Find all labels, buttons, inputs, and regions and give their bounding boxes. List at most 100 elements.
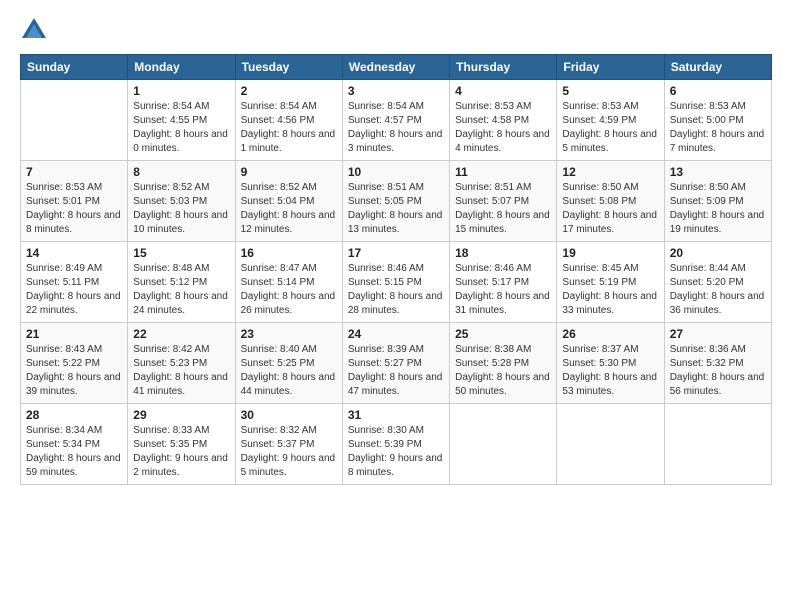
- logo-icon: [20, 16, 48, 44]
- calendar-cell: 15Sunrise: 8:48 AM Sunset: 5:12 PM Dayli…: [128, 242, 235, 323]
- calendar-cell: 1 Sunrise: 8:54 AM Sunset: 4:55 PM Daylig…: [128, 80, 235, 161]
- calendar-cell: 19Sunrise: 8:45 AM Sunset: 5:19 PM Dayli…: [557, 242, 664, 323]
- calendar-cell: [664, 404, 771, 485]
- day-info: Sunrise: 8:53 AM Sunset: 4:59 PM Dayligh…: [562, 100, 658, 156]
- day-number: 9: [241, 165, 337, 179]
- day-number: 30: [241, 408, 337, 422]
- calendar-cell: 31 Sunrise: 8:30 AM Sunset: 5:39 PM Dayli…: [342, 404, 449, 485]
- weekday-header-monday: Monday: [128, 55, 235, 80]
- day-number: 29: [133, 408, 229, 422]
- day-number: 6: [670, 84, 766, 98]
- day-number: 7: [26, 165, 122, 179]
- day-number: 31: [348, 408, 444, 422]
- day-info: Sunrise: 8:37 AM Sunset: 5:30 PM Dayligh…: [562, 343, 658, 399]
- calendar-cell: 26 Sunrise: 8:37 AM Sunset: 5:30 PM Dayli…: [557, 323, 664, 404]
- weekday-header-friday: Friday: [557, 55, 664, 80]
- calendar-cell: 9 Sunrise: 8:52 AM Sunset: 5:04 PM Daylig…: [235, 161, 342, 242]
- calendar-cell: 24 Sunrise: 8:39 AM Sunset: 5:27 PM Dayli…: [342, 323, 449, 404]
- day-info: Sunrise: 8:34 AM Sunset: 5:34 PM Dayligh…: [26, 424, 122, 480]
- day-number: 13: [670, 165, 766, 179]
- calendar-cell: 3 Sunrise: 8:54 AM Sunset: 4:57 PM Daylig…: [342, 80, 449, 161]
- calendar-table: SundayMondayTuesdayWednesdayThursdayFrid…: [20, 54, 772, 485]
- day-number: 4: [455, 84, 551, 98]
- calendar-cell: 13Sunrise: 8:50 AM Sunset: 5:09 PM Dayli…: [664, 161, 771, 242]
- day-number: 11: [455, 165, 551, 179]
- calendar-cell: 2 Sunrise: 8:54 AM Sunset: 4:56 PM Daylig…: [235, 80, 342, 161]
- header: [20, 16, 772, 44]
- calendar-cell: 5 Sunrise: 8:53 AM Sunset: 4:59 PM Daylig…: [557, 80, 664, 161]
- day-number: 15: [133, 246, 229, 260]
- week-row-2: 14 Sunrise: 8:49 AM Sunset: 5:11 PM Dayli…: [21, 242, 772, 323]
- day-number: 24: [348, 327, 444, 341]
- week-row-0: 1 Sunrise: 8:54 AM Sunset: 4:55 PM Daylig…: [21, 80, 772, 161]
- calendar-cell: 8 Sunrise: 8:52 AM Sunset: 5:03 PM Daylig…: [128, 161, 235, 242]
- calendar-cell: 17 Sunrise: 8:46 AM Sunset: 5:15 PM Dayli…: [342, 242, 449, 323]
- day-info: Sunrise: 8:45 AM Sunset: 5:19 PM Dayligh…: [562, 262, 658, 318]
- weekday-header-wednesday: Wednesday: [342, 55, 449, 80]
- day-info: Sunrise: 8:44 AM Sunset: 5:20 PM Dayligh…: [670, 262, 766, 318]
- day-number: 26: [562, 327, 658, 341]
- day-number: 5: [562, 84, 658, 98]
- week-row-4: 28Sunrise: 8:34 AM Sunset: 5:34 PM Dayli…: [21, 404, 772, 485]
- day-info: Sunrise: 8:51 AM Sunset: 5:07 PM Dayligh…: [455, 181, 551, 237]
- weekday-header-thursday: Thursday: [450, 55, 557, 80]
- calendar-cell: 12 Sunrise: 8:50 AM Sunset: 5:08 PM Dayli…: [557, 161, 664, 242]
- calendar-cell: 22Sunrise: 8:42 AM Sunset: 5:23 PM Dayli…: [128, 323, 235, 404]
- day-number: 25: [455, 327, 551, 341]
- day-info: Sunrise: 8:50 AM Sunset: 5:08 PM Dayligh…: [562, 181, 658, 237]
- calendar-cell: 25 Sunrise: 8:38 AM Sunset: 5:28 PM Dayli…: [450, 323, 557, 404]
- calendar-cell: 29Sunrise: 8:33 AM Sunset: 5:35 PM Dayli…: [128, 404, 235, 485]
- week-row-3: 21 Sunrise: 8:43 AM Sunset: 5:22 PM Dayli…: [21, 323, 772, 404]
- calendar-cell: 6Sunrise: 8:53 AM Sunset: 5:00 PM Daylig…: [664, 80, 771, 161]
- calendar-cell: 21 Sunrise: 8:43 AM Sunset: 5:22 PM Dayli…: [21, 323, 128, 404]
- weekday-header-saturday: Saturday: [664, 55, 771, 80]
- day-info: Sunrise: 8:36 AM Sunset: 5:32 PM Dayligh…: [670, 343, 766, 399]
- weekday-header-sunday: Sunday: [21, 55, 128, 80]
- day-number: 2: [241, 84, 337, 98]
- calendar-cell: 27 Sunrise: 8:36 AM Sunset: 5:32 PM Dayli…: [664, 323, 771, 404]
- day-info: Sunrise: 8:47 AM Sunset: 5:14 PM Dayligh…: [241, 262, 337, 318]
- day-number: 3: [348, 84, 444, 98]
- calendar-page: SundayMondayTuesdayWednesdayThursdayFrid…: [0, 0, 792, 612]
- day-info: Sunrise: 8:54 AM Sunset: 4:56 PM Dayligh…: [241, 100, 337, 156]
- day-info: Sunrise: 8:30 AM Sunset: 5:39 PM Dayligh…: [348, 424, 444, 480]
- calendar-cell: 4 Sunrise: 8:53 AM Sunset: 4:58 PM Daylig…: [450, 80, 557, 161]
- calendar-cell: 28Sunrise: 8:34 AM Sunset: 5:34 PM Dayli…: [21, 404, 128, 485]
- calendar-cell: 18Sunrise: 8:46 AM Sunset: 5:17 PM Dayli…: [450, 242, 557, 323]
- day-number: 21: [26, 327, 122, 341]
- day-info: Sunrise: 8:49 AM Sunset: 5:11 PM Dayligh…: [26, 262, 122, 318]
- week-row-1: 7 Sunrise: 8:53 AM Sunset: 5:01 PM Daylig…: [21, 161, 772, 242]
- day-number: 14: [26, 246, 122, 260]
- day-info: Sunrise: 8:52 AM Sunset: 5:03 PM Dayligh…: [133, 181, 229, 237]
- day-info: Sunrise: 8:46 AM Sunset: 5:15 PM Dayligh…: [348, 262, 444, 318]
- day-number: 10: [348, 165, 444, 179]
- calendar-cell: 10Sunrise: 8:51 AM Sunset: 5:05 PM Dayli…: [342, 161, 449, 242]
- day-info: Sunrise: 8:52 AM Sunset: 5:04 PM Dayligh…: [241, 181, 337, 237]
- logo: [20, 16, 52, 44]
- day-info: Sunrise: 8:53 AM Sunset: 4:58 PM Dayligh…: [455, 100, 551, 156]
- day-number: 17: [348, 246, 444, 260]
- day-number: 8: [133, 165, 229, 179]
- day-number: 12: [562, 165, 658, 179]
- calendar-cell: [21, 80, 128, 161]
- day-number: 16: [241, 246, 337, 260]
- calendar-cell: [450, 404, 557, 485]
- day-info: Sunrise: 8:39 AM Sunset: 5:27 PM Dayligh…: [348, 343, 444, 399]
- day-info: Sunrise: 8:43 AM Sunset: 5:22 PM Dayligh…: [26, 343, 122, 399]
- day-info: Sunrise: 8:32 AM Sunset: 5:37 PM Dayligh…: [241, 424, 337, 480]
- day-info: Sunrise: 8:54 AM Sunset: 4:57 PM Dayligh…: [348, 100, 444, 156]
- calendar-cell: 7 Sunrise: 8:53 AM Sunset: 5:01 PM Daylig…: [21, 161, 128, 242]
- weekday-header-row: SundayMondayTuesdayWednesdayThursdayFrid…: [21, 55, 772, 80]
- day-info: Sunrise: 8:54 AM Sunset: 4:55 PM Dayligh…: [133, 100, 229, 156]
- calendar-cell: 20 Sunrise: 8:44 AM Sunset: 5:20 PM Dayli…: [664, 242, 771, 323]
- day-number: 1: [133, 84, 229, 98]
- day-number: 23: [241, 327, 337, 341]
- calendar-cell: [557, 404, 664, 485]
- day-info: Sunrise: 8:53 AM Sunset: 5:01 PM Dayligh…: [26, 181, 122, 237]
- calendar-cell: 16 Sunrise: 8:47 AM Sunset: 5:14 PM Dayli…: [235, 242, 342, 323]
- day-info: Sunrise: 8:46 AM Sunset: 5:17 PM Dayligh…: [455, 262, 551, 318]
- day-number: 27: [670, 327, 766, 341]
- day-number: 20: [670, 246, 766, 260]
- day-info: Sunrise: 8:38 AM Sunset: 5:28 PM Dayligh…: [455, 343, 551, 399]
- day-info: Sunrise: 8:42 AM Sunset: 5:23 PM Dayligh…: [133, 343, 229, 399]
